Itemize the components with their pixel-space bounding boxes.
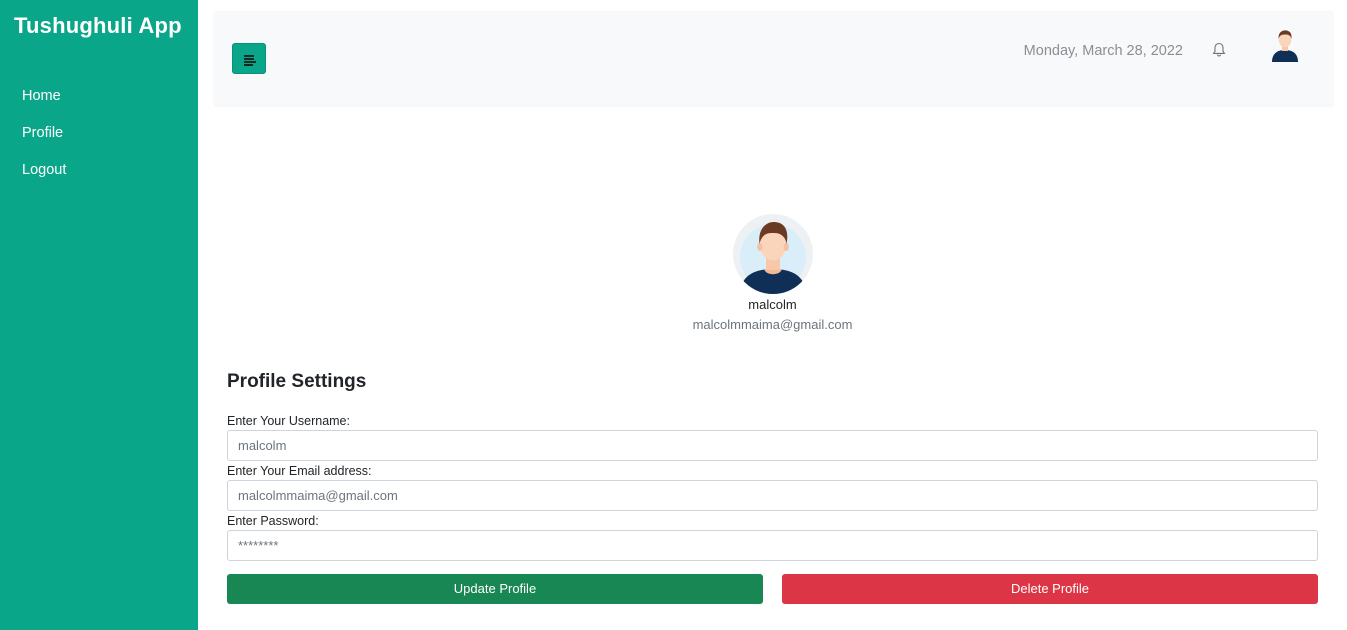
sidebar-item-logout[interactable]: Logout [22,160,66,197]
menu-toggle-button[interactable] [232,43,266,74]
sidebar-nav: Home Profile Logout [22,86,66,197]
password-label: Enter Password: [227,514,319,528]
bell-icon[interactable] [1211,41,1227,59]
sidebar: Tushughuli App Home Profile Logout [0,0,198,630]
email-label: Enter Your Email address: [227,464,372,478]
top-navbar: Monday, March 28, 2022 [214,11,1333,105]
sidebar-item-home[interactable]: Home [22,86,66,123]
password-input[interactable] [227,530,1318,561]
profile-email: malcolmmaima@gmail.com [692,317,853,332]
current-date: Monday, March 28, 2022 [1023,43,1183,59]
username-label: Enter Your Username: [227,414,350,428]
update-profile-button[interactable]: Update Profile [227,574,763,604]
app-brand[interactable]: Tushughuli App [14,13,182,39]
profile-name: malcolm [748,297,797,312]
user-avatar-icon[interactable] [1268,28,1302,62]
username-input[interactable] [227,430,1318,461]
email-input[interactable] [227,480,1318,511]
settings-title: Profile Settings [227,371,367,392]
profile-avatar [732,213,814,295]
sidebar-item-profile[interactable]: Profile [22,123,66,160]
delete-profile-button[interactable]: Delete Profile [782,574,1318,604]
